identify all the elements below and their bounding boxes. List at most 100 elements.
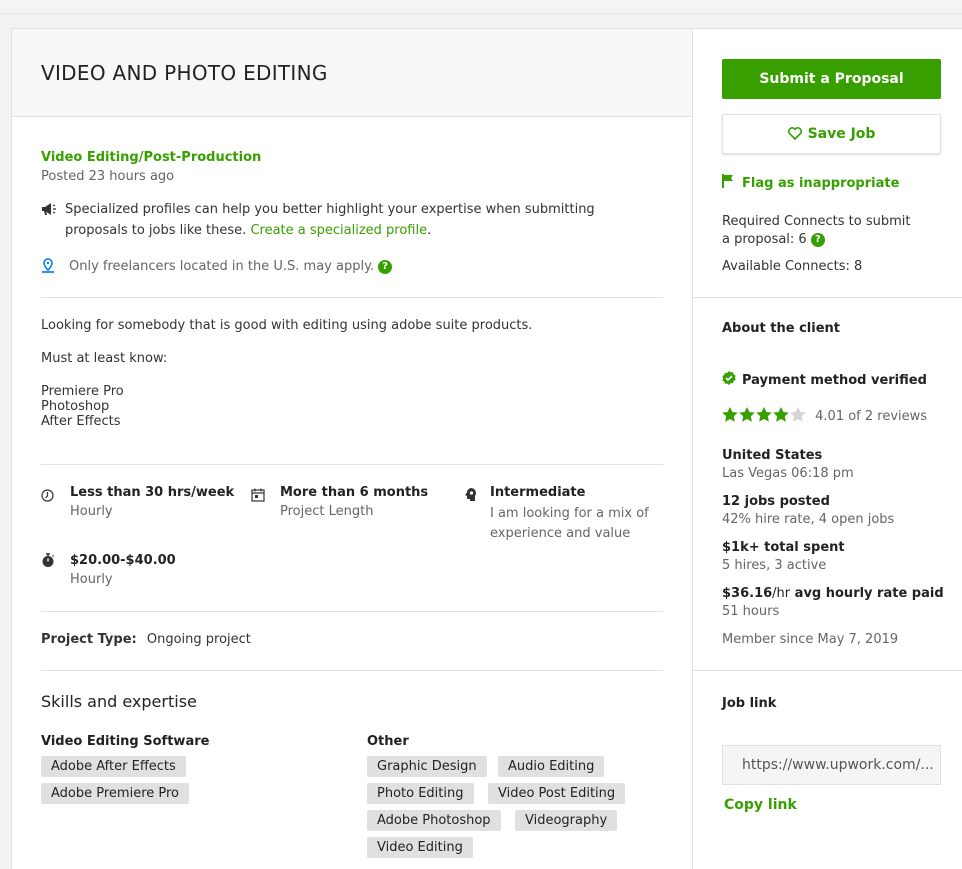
- clock-icon: [41, 487, 54, 506]
- stopwatch-icon: [41, 553, 55, 572]
- copy-link-button[interactable]: Copy link: [724, 797, 797, 813]
- specialized-text2: proposals to jobs like these.: [65, 223, 247, 238]
- client-rating: 4.01 of 2 reviews: [722, 407, 927, 426]
- rating-stars: [722, 407, 807, 426]
- location-note-text: Only freelancers located in the U.S. may…: [69, 259, 375, 274]
- skill-tag[interactable]: Adobe Premiere Pro: [41, 783, 190, 804]
- divider: [41, 464, 663, 465]
- client-spend: $1k+ total spent 5 hires, 3 active: [722, 539, 845, 575]
- location-note: Only freelancers located in the U.S. may…: [69, 259, 393, 274]
- avg-rate-unit: /hr: [772, 586, 791, 601]
- sidebar: Submit a Proposal Save Job Flag as inapp…: [693, 29, 962, 869]
- feature-title: $20.00-$40.00: [70, 553, 176, 568]
- rating-text: 4.01 of 2 reviews: [815, 409, 928, 424]
- flag-label: Flag as inappropriate: [742, 176, 900, 191]
- skills-heading: Skills and expertise: [41, 692, 197, 711]
- client-hours: 51 hours: [722, 604, 780, 619]
- job-details: VIDEO AND PHOTO EDITING Video Editing/Po…: [12, 29, 693, 869]
- feature-sub-line: experience and value: [490, 526, 631, 541]
- description-line: Premiere Pro: [41, 384, 124, 399]
- location-pin-icon: [41, 258, 55, 278]
- skill-tag[interactable]: Graphic Design: [367, 756, 487, 777]
- star-icon: [773, 407, 789, 422]
- member-since: Member since May 7, 2019: [722, 632, 899, 647]
- specialized-period: .: [427, 223, 432, 238]
- description-line: Must at least know:: [41, 351, 168, 366]
- divider: [41, 670, 663, 671]
- skill-tag[interactable]: Videography: [515, 810, 618, 831]
- avg-rate-value: $36.16: [722, 586, 773, 601]
- connects-required-line: a proposal: 6: [722, 232, 807, 247]
- client-total-spent: $1k+ total spent: [722, 540, 845, 555]
- skill-tag[interactable]: Video Post Editing: [488, 783, 626, 804]
- client-avg-rate: $36.16/hr avg hourly rate paid 51 hours: [722, 585, 944, 621]
- client-jobs: 12 jobs posted 42% hire rate, 4 open job…: [722, 493, 894, 529]
- connects-available: Available Connects: 8: [722, 259, 863, 274]
- verified-check-icon: [722, 371, 736, 389]
- payment-verified: Payment method verified: [722, 371, 927, 389]
- page-title: VIDEO AND PHOTO EDITING: [41, 61, 328, 85]
- client-city-time: Las Vegas 06:18 pm: [722, 466, 854, 481]
- client-jobs-posted: 12 jobs posted: [722, 494, 830, 509]
- payment-verified-label: Payment method verified: [742, 373, 927, 388]
- avg-rate-suffix: avg hourly rate paid: [794, 586, 944, 601]
- job-link-input[interactable]: https://www.upwork.com/...: [722, 745, 941, 785]
- skill-group-title: Other: [367, 734, 409, 749]
- description-line: Looking for somebody that is good with e…: [41, 318, 533, 333]
- feature-title: Less than 30 hrs/week: [70, 485, 235, 500]
- skill-tag[interactable]: Adobe Photoshop: [367, 810, 501, 831]
- skill-tag[interactable]: Audio Editing: [498, 756, 605, 777]
- star-icon: [756, 407, 772, 422]
- client-hires: 5 hires, 3 active: [722, 558, 827, 573]
- feature-sub: Hourly: [70, 572, 113, 587]
- heart-icon: [787, 117, 802, 155]
- client-location: United States Las Vegas 06:18 pm: [722, 447, 854, 483]
- save-job-label: Save Job: [807, 126, 876, 142]
- feature-sub: Project Length: [280, 504, 374, 519]
- specialized-text: Specialized profiles can help you better…: [65, 202, 595, 217]
- create-specialized-profile-link[interactable]: Create a specialized profile: [250, 223, 427, 238]
- skill-tag[interactable]: Adobe After Effects: [41, 756, 186, 777]
- submit-proposal-button[interactable]: Submit a Proposal: [722, 59, 941, 99]
- feature-sub-line: I am looking for a mix of: [490, 506, 649, 521]
- skill-tag[interactable]: Video Editing: [367, 837, 473, 858]
- skill-tag[interactable]: Photo Editing: [367, 783, 474, 804]
- about-client-heading: About the client: [722, 321, 841, 336]
- description-line: Photoshop: [41, 399, 110, 414]
- feature-title: More than 6 months: [280, 485, 429, 500]
- flag-icon: [722, 174, 734, 192]
- save-job-button[interactable]: Save Job: [722, 114, 941, 154]
- title-bar: VIDEO AND PHOTO EDITING: [12, 29, 692, 117]
- flag-link[interactable]: Flag as inappropriate: [722, 174, 899, 192]
- client-country: United States: [722, 448, 823, 463]
- calendar-icon: [251, 487, 265, 506]
- star-icon: [722, 407, 738, 422]
- description-line: After Effects: [41, 414, 121, 429]
- help-icon[interactable]: ?: [810, 233, 825, 247]
- specialized-notice: Specialized profiles can help you better…: [65, 199, 655, 241]
- skill-group-title: Video Editing Software: [41, 734, 210, 749]
- category-link[interactable]: Video Editing/Post-Production: [41, 150, 261, 165]
- feature-title: Intermediate: [490, 485, 586, 500]
- client-hire-rate: 42% hire rate, 4 open jobs: [722, 512, 895, 527]
- megaphone-icon: [41, 201, 57, 220]
- feature-sub: Hourly: [70, 504, 113, 519]
- job-link-heading: Job link: [722, 696, 777, 711]
- divider: [41, 611, 663, 612]
- brain-icon: [464, 487, 478, 506]
- star-icon: [739, 407, 755, 422]
- posted-time: Posted 23 hours ago: [41, 169, 175, 184]
- help-icon[interactable]: ?: [378, 260, 393, 274]
- connects-required: Required Connects to submit a proposal: …: [722, 213, 910, 249]
- job-description: Looking for somebody that is good with e…: [41, 318, 532, 429]
- connects-required-line: Required Connects to submit: [722, 214, 911, 229]
- divider: [41, 297, 663, 298]
- top-strip: [0, 0, 962, 14]
- project-type-label: Project Type:: [41, 632, 137, 647]
- job-card: VIDEO AND PHOTO EDITING Video Editing/Po…: [11, 28, 962, 869]
- divider: [693, 670, 962, 671]
- star-icon: [790, 407, 806, 422]
- feature-sub: I am looking for a mix of experience and…: [490, 504, 649, 544]
- divider: [693, 297, 962, 298]
- project-type-value: Ongoing project: [146, 632, 251, 647]
